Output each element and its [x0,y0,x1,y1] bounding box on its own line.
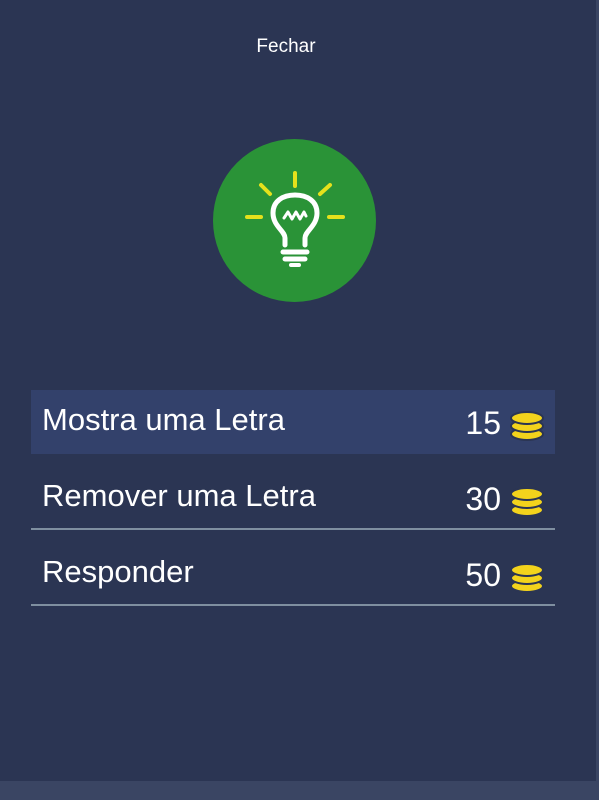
option-remove-letter[interactable]: Remover uma Letra 30 [31,466,555,530]
coins-icon [510,487,544,517]
option-answer[interactable]: Responder 50 [31,542,555,606]
hints-dialog: Fechar Mostra uma Letra 15 Remover uma L… [0,0,599,800]
option-label: Mostra uma Letra [42,402,285,437]
divider [31,528,555,530]
option-cost: 15 [465,405,501,441]
lightbulb-icon [245,171,345,267]
divider [31,604,555,606]
bottom-bar [0,781,599,800]
option-show-letter[interactable]: Mostra uma Letra 15 [31,390,555,454]
option-label: Remover uma Letra [42,478,316,513]
option-cost: 30 [465,481,501,517]
coins-icon [510,411,544,441]
option-label: Responder [42,554,194,589]
option-cost: 50 [465,557,501,593]
close-button[interactable]: Fechar [0,36,572,58]
hint-badge [213,139,376,302]
coins-icon [510,563,544,593]
